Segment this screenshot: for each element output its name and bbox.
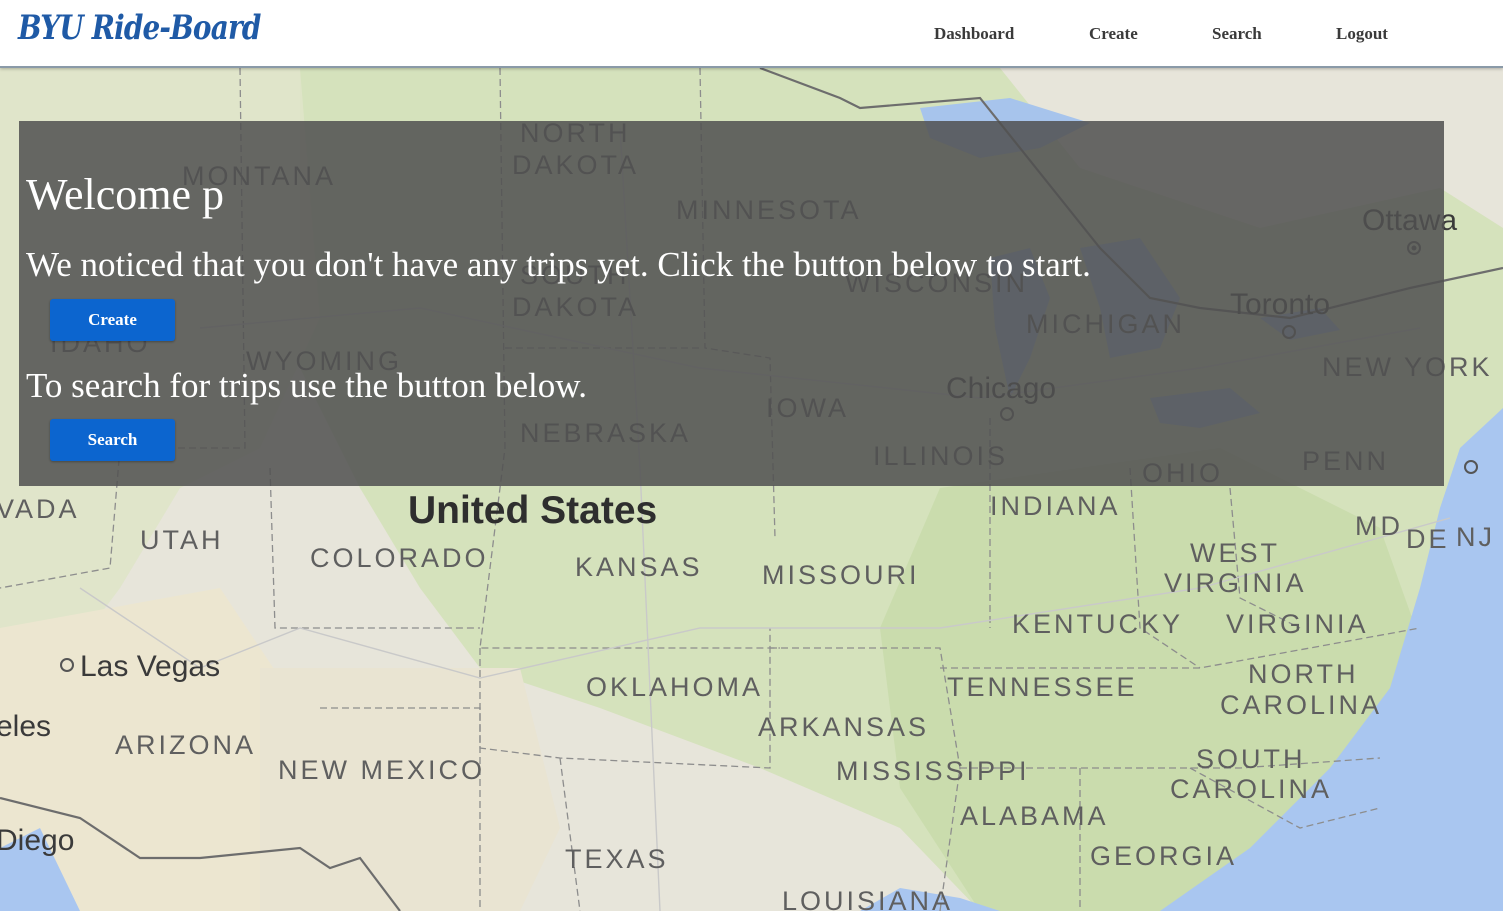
svg-text:COLORADO: COLORADO [310,543,489,573]
svg-text:NEW MEXICO: NEW MEXICO [278,755,485,785]
no-trips-message: We noticed that you don't have any trips… [26,245,1091,284]
svg-text:CAROLINA: CAROLINA [1220,690,1382,720]
svg-text:Las Vegas: Las Vegas [80,650,220,683]
nav-logout-link[interactable]: Logout [1336,24,1388,44]
welcome-panel: Welcome p We noticed that you don't have… [19,121,1444,486]
create-trip-button[interactable]: Create [50,299,175,341]
svg-text:VADA: VADA [0,494,80,524]
svg-text:MISSOURI: MISSOURI [762,560,920,590]
svg-text:KANSAS: KANSAS [575,552,703,582]
search-trips-button[interactable]: Search [50,419,175,461]
svg-text:MD: MD [1355,511,1403,541]
svg-text:INDIANA: INDIANA [990,491,1121,521]
nav-dashboard-link[interactable]: Dashboard [934,24,1014,44]
search-instructions: To search for trips use the button below… [26,366,587,405]
svg-text:KENTUCKY: KENTUCKY [1012,609,1183,639]
svg-text:WEST: WEST [1190,538,1280,568]
svg-text:NORTH: NORTH [1248,659,1359,689]
nav-create-link[interactable]: Create [1089,24,1138,44]
svg-text:ARIZONA: ARIZONA [115,730,256,760]
welcome-heading: Welcome p [26,170,225,219]
svg-text:LOUISIANA: LOUISIANA [782,886,953,911]
svg-text:NJ: NJ [1456,522,1495,552]
svg-text:SOUTH: SOUTH [1196,744,1306,774]
svg-text:United States: United States [408,489,657,532]
svg-text:ARKANSAS: ARKANSAS [758,712,929,742]
svg-text:MISSISSIPPI: MISSISSIPPI [836,756,1030,786]
svg-text:Diego: Diego [0,824,74,857]
svg-text:CAROLINA: CAROLINA [1170,774,1332,804]
svg-text:TEXAS: TEXAS [565,844,669,874]
svg-text:TENNESSEE: TENNESSEE [947,672,1138,702]
svg-text:VIRGINIA: VIRGINIA [1226,609,1369,639]
svg-text:UTAH: UTAH [140,525,224,555]
svg-text:DE: DE [1406,524,1450,554]
svg-text:GEORGIA: GEORGIA [1090,841,1237,871]
svg-text:eles: eles [0,710,51,743]
top-navbar: BYU Ride-Board Dashboard Create Search L… [0,0,1503,68]
svg-text:ALABAMA: ALABAMA [960,801,1109,831]
svg-text:VIRGINIA: VIRGINIA [1164,568,1307,598]
svg-text:OKLAHOMA: OKLAHOMA [586,672,763,702]
brand-logo[interactable]: BYU Ride-Board [18,8,261,48]
nav-search-link[interactable]: Search [1212,24,1262,44]
